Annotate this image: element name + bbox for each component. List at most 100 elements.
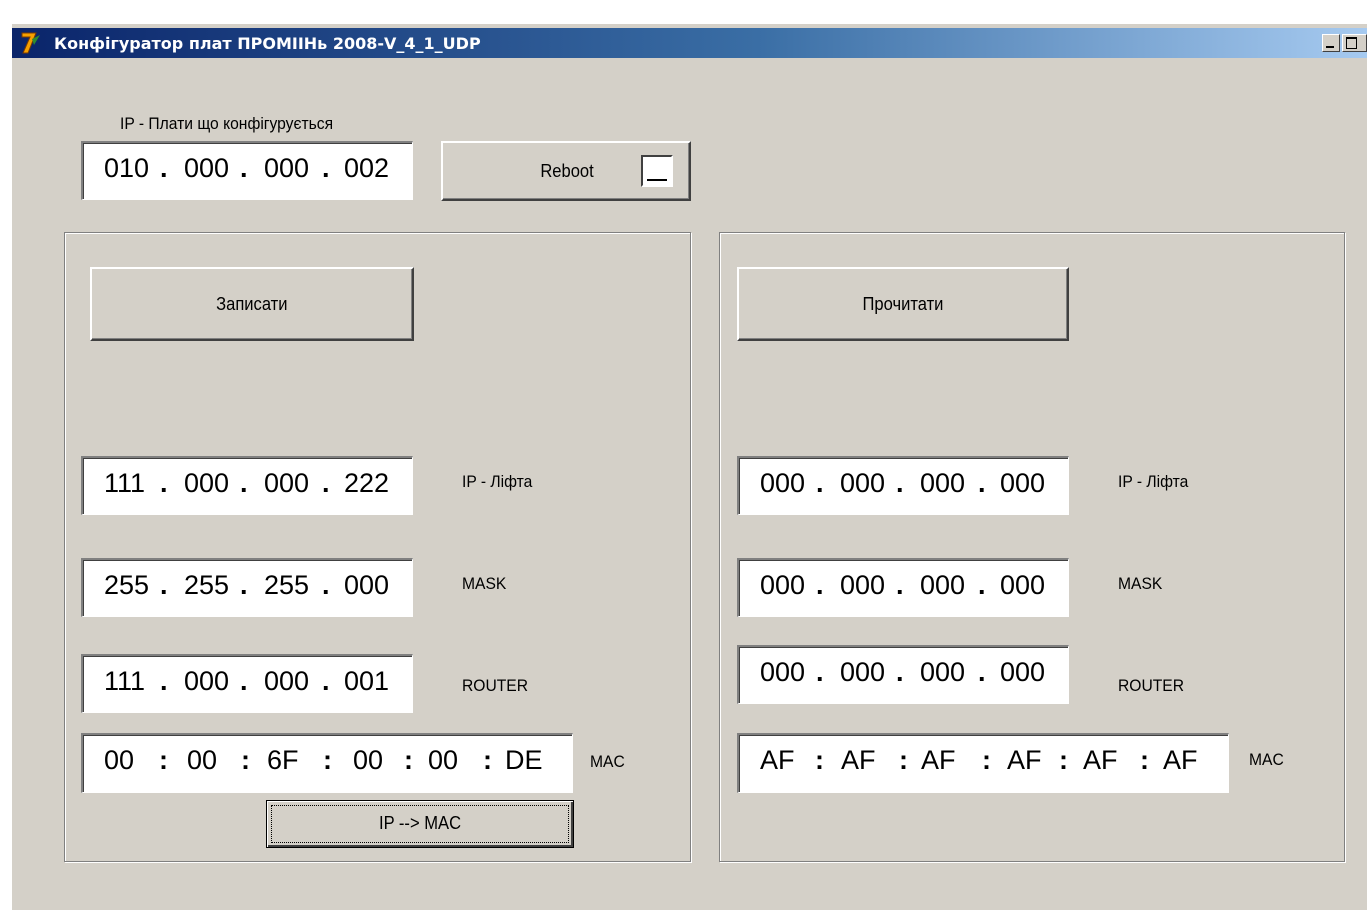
- read-router-octet-2: 000: [840, 657, 886, 687]
- write-router-octet-2: 000: [184, 666, 230, 696]
- reboot-label: Reboot: [540, 161, 594, 181]
- write-router-field[interactable]: 111 . 000 . 000 . 001: [81, 654, 413, 713]
- mac-separator: :: [483, 745, 492, 775]
- mac-separator: :: [1140, 745, 1149, 775]
- ip-separator: .: [978, 468, 986, 498]
- ip-separator: .: [978, 570, 986, 600]
- read-mac-byte-6: AF: [1163, 745, 1198, 775]
- write-router-octet-3: 000: [264, 666, 310, 696]
- write-ip-octet-4: 222: [344, 468, 390, 498]
- mac-separator: :: [815, 745, 824, 775]
- ip-separator: .: [322, 666, 330, 696]
- read-mac-byte-3: AF: [921, 745, 956, 775]
- write-ip-octet-1: 111: [104, 468, 146, 498]
- ip-separator: .: [896, 468, 904, 498]
- write-mac-label: MAC: [590, 752, 625, 771]
- mac-separator: :: [241, 745, 250, 775]
- read-ip-octet-1: 000: [760, 468, 806, 498]
- board-ip-label: IP - Плати що конфігурується: [120, 114, 334, 133]
- mac-separator: :: [1059, 745, 1068, 775]
- write-ip-label: IP - Ліфта: [462, 472, 533, 491]
- ip-separator: .: [322, 153, 330, 183]
- ip-separator: .: [240, 153, 248, 183]
- write-mac-byte-3: 6F: [267, 745, 299, 775]
- board-ip-octet-2: 000: [184, 153, 230, 183]
- read-mac-byte-1: AF: [760, 745, 795, 775]
- read-mask-field[interactable]: 000 . 000 . 000 . 000: [737, 558, 1069, 617]
- write-mask-octet-4: 000: [344, 570, 390, 600]
- mac-separator: :: [323, 745, 332, 775]
- read-mask-octet-1: 000: [760, 570, 806, 600]
- ip-separator: .: [160, 666, 168, 696]
- write-router-octet-4: 001: [344, 666, 390, 696]
- write-ip-field[interactable]: 111 . 000 . 000 . 222: [81, 456, 413, 515]
- write-mask-octet-1: 255: [104, 570, 150, 600]
- read-mask-octet-4: 000: [1000, 570, 1046, 600]
- write-mac-byte-2: 00: [187, 745, 218, 775]
- ip-separator: .: [816, 570, 824, 600]
- read-router-octet-3: 000: [920, 657, 966, 687]
- configurator-window: Конфігуратор плат ПРОМІІНь 2008-V_4_1_UD…: [12, 24, 1367, 910]
- read-mask-octet-2: 000: [840, 570, 886, 600]
- ip-separator: .: [322, 468, 330, 498]
- read-mac-byte-5: AF: [1083, 745, 1118, 775]
- write-router-label: ROUTER: [462, 676, 529, 695]
- ip-separator: .: [322, 570, 330, 600]
- write-mask-octet-3: 255: [264, 570, 310, 600]
- write-mac-field[interactable]: 00 : 00 : 6F : 00 : 00 : DE: [81, 733, 573, 793]
- board-ip-octet-4: 002: [344, 153, 390, 183]
- mac-separator: :: [899, 745, 908, 775]
- maximize-button[interactable]: [1342, 34, 1367, 52]
- mac-separator: :: [404, 745, 413, 775]
- read-router-label: ROUTER: [1118, 676, 1185, 695]
- write-ip-octet-2: 000: [184, 468, 230, 498]
- reboot-button[interactable]: Reboot: [441, 141, 691, 201]
- ip-separator: .: [160, 468, 168, 498]
- board-ip-field[interactable]: 010 . 000 . 000 . 002: [81, 141, 413, 200]
- read-mac-byte-4: AF: [1007, 745, 1042, 775]
- write-ip-octet-3: 000: [264, 468, 310, 498]
- board-ip-octet-1: 010: [104, 153, 150, 183]
- read-mac-label: MAC: [1249, 750, 1284, 769]
- write-mac-byte-5: 00: [428, 745, 459, 775]
- ip-separator: .: [816, 657, 824, 687]
- write-router-octet-1: 111: [104, 666, 146, 696]
- write-mac-byte-6: DE: [505, 745, 543, 775]
- write-button[interactable]: Записати: [90, 267, 414, 341]
- read-mask-octet-3: 000: [920, 570, 966, 600]
- read-ip-octet-2: 000: [840, 468, 886, 498]
- read-mac-field[interactable]: AF : AF : AF : AF : AF : AF: [737, 733, 1229, 793]
- ip-separator: .: [816, 468, 824, 498]
- write-mask-label: MASK: [462, 574, 507, 593]
- read-mac-byte-2: AF: [841, 745, 876, 775]
- mac-separator: :: [159, 745, 168, 775]
- read-ip-octet-3: 000: [920, 468, 966, 498]
- mac-separator: :: [982, 745, 991, 775]
- read-ip-label: IP - Ліфта: [1118, 472, 1189, 491]
- ip-separator: .: [896, 657, 904, 687]
- board-ip-octet-3: 000: [264, 153, 310, 183]
- ip-separator: .: [978, 657, 986, 687]
- write-mac-byte-4: 00: [353, 745, 384, 775]
- read-ip-octet-4: 000: [1000, 468, 1046, 498]
- write-mask-field[interactable]: 255 . 255 . 255 . 000: [81, 558, 413, 617]
- read-router-octet-1: 000: [760, 657, 806, 687]
- window-title: Конфігуратор плат ПРОМІІНь 2008-V_4_1_UD…: [54, 34, 481, 53]
- write-mask-octet-2: 255: [184, 570, 230, 600]
- read-router-octet-4: 000: [1000, 657, 1046, 687]
- ip-separator: .: [160, 153, 168, 183]
- ip-separator: .: [240, 570, 248, 600]
- ip-to-mac-button[interactable]: IP --> MAC: [266, 800, 574, 848]
- read-mask-label: MASK: [1118, 574, 1163, 593]
- ip-separator: .: [896, 570, 904, 600]
- app-logo-icon: [21, 32, 40, 54]
- title-bar[interactable]: Конфігуратор плат ПРОМІІНь 2008-V_4_1_UD…: [12, 28, 1367, 58]
- read-ip-field[interactable]: 000 . 000 . 000 . 000: [737, 456, 1069, 515]
- reboot-checkbox[interactable]: [641, 155, 673, 187]
- ip-separator: .: [160, 570, 168, 600]
- read-button[interactable]: Прочитати: [737, 267, 1069, 341]
- minimize-button[interactable]: [1322, 34, 1340, 52]
- read-router-field[interactable]: 000 . 000 . 000 . 000: [737, 645, 1069, 704]
- write-mac-byte-1: 00: [104, 745, 135, 775]
- ip-separator: .: [240, 666, 248, 696]
